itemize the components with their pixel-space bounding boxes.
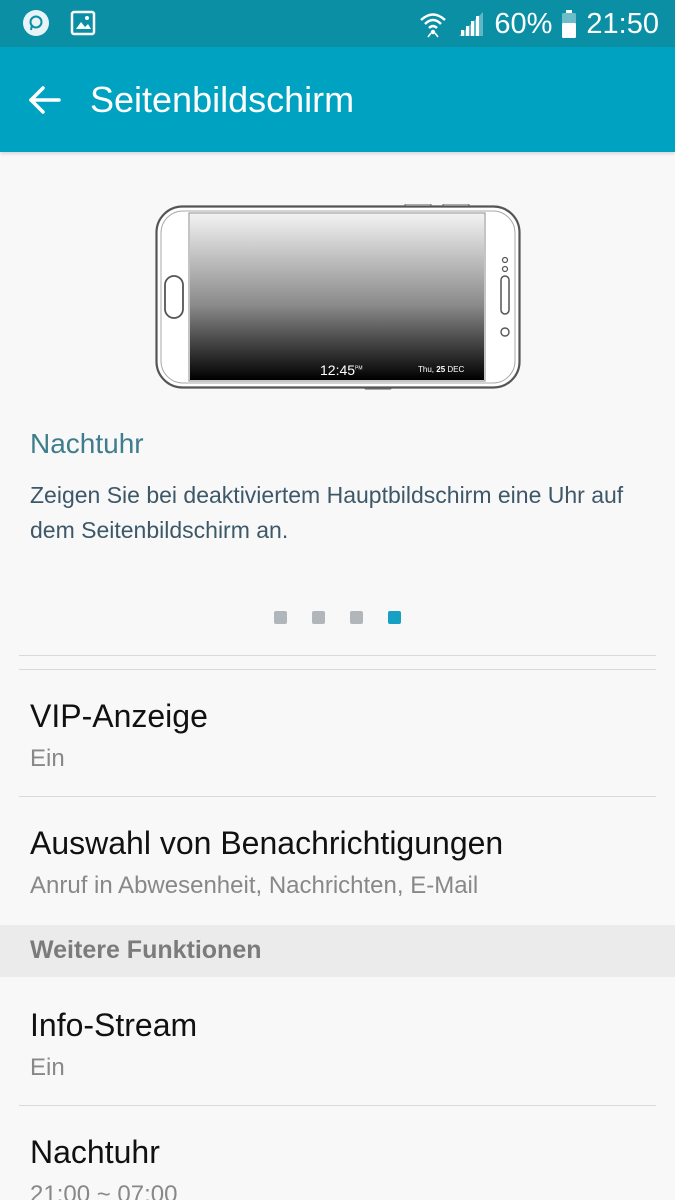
battery-percentage: 60% — [494, 8, 553, 40]
setting-value: 21:00 ~ 07:00 — [30, 1181, 178, 1200]
section-header-label: Weitere Funktionen — [30, 936, 262, 964]
preview-clock-time: 12:45 — [320, 362, 356, 378]
feature-description: Zeigen Sie bei deaktiviertem Hauptbildsc… — [30, 482, 624, 543]
preview-date-day: Thu, — [418, 365, 435, 374]
status-bar: 60% 21:50 — [0, 0, 675, 47]
setting-title: Nachtuhr — [30, 1134, 160, 1170]
setting-title: Info-Stream — [30, 1007, 198, 1043]
gallery-icon — [70, 10, 96, 36]
section-header-more-features: Weitere Funktionen — [0, 925, 675, 977]
preview-clock-suffix: PM — [355, 365, 363, 372]
edge-screen-preview: 12:45PM Thu, 25 DEC — [155, 203, 521, 390]
status-clock: 21:50 — [586, 8, 659, 40]
setting-notification-selection[interactable]: Auswahl von Benachrichtigungen Anruf in … — [0, 797, 675, 925]
signal-icon — [459, 12, 484, 36]
setting-info-stream[interactable]: Info-Stream Ein — [0, 977, 675, 1105]
page-dot-3[interactable] — [350, 611, 363, 624]
app-bar: Seitenbildschirm — [0, 47, 675, 152]
setting-vip-display[interactable]: VIP-Anzeige Ein — [0, 670, 675, 796]
divider — [19, 655, 656, 656]
page-dot-1[interactable] — [274, 611, 287, 624]
preview-date: Thu, 25 DEC — [418, 365, 464, 374]
feature-title: Nachtuhr — [30, 428, 144, 459]
setting-value: Ein — [30, 1054, 65, 1081]
setting-title: Auswahl von Benachrichtigungen — [30, 825, 504, 861]
preview-date-num: 25 — [436, 365, 446, 374]
arrow-left-icon — [29, 86, 61, 114]
setting-night-clock[interactable]: Nachtuhr 21:00 ~ 07:00 — [0, 1106, 675, 1200]
wifi-icon — [420, 13, 447, 38]
page-title: Seitenbildschirm — [90, 79, 355, 120]
back-button[interactable] — [22, 77, 68, 123]
setting-value: Anruf in Abwesenheit, Nachrichten, E-Mai… — [30, 872, 479, 899]
page-dot-4-active[interactable] — [388, 611, 401, 624]
setting-value: Ein — [30, 745, 65, 772]
page-dot-2[interactable] — [312, 611, 325, 624]
preview-date-month: DEC — [447, 365, 465, 374]
app-notification-icon — [23, 10, 49, 36]
preview-clock: 12:45PM — [320, 362, 363, 378]
page-indicator — [274, 611, 401, 624]
battery-icon — [562, 10, 577, 38]
setting-title: VIP-Anzeige — [30, 698, 208, 734]
